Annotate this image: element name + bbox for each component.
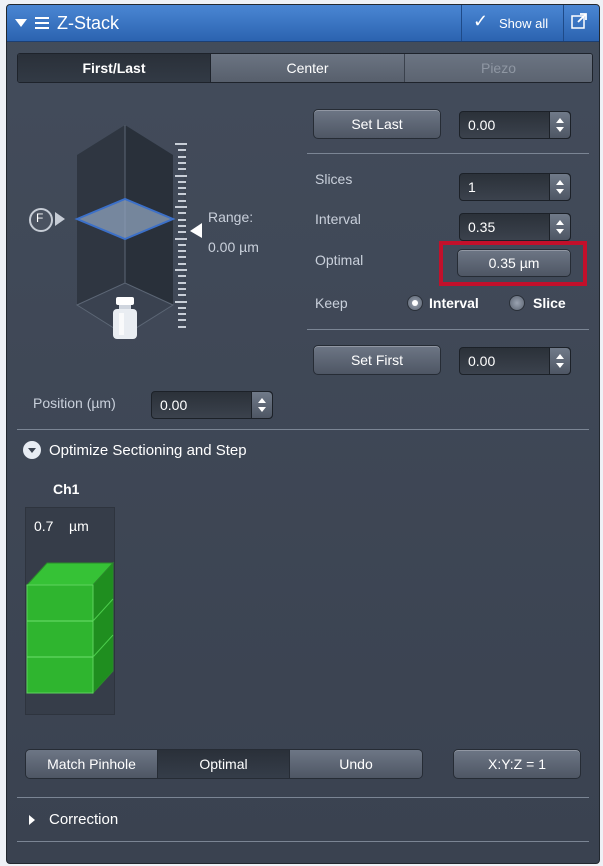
position-label: Position (µm): [33, 395, 116, 411]
last-position-field[interactable]: 0.00: [459, 111, 571, 139]
ruler-tick: [178, 168, 186, 171]
collapse-arrow-icon[interactable]: [15, 19, 27, 27]
slices-field[interactable]: 1: [459, 173, 571, 201]
check-icon[interactable]: ✓: [473, 11, 488, 32]
title-separator: [461, 5, 462, 41]
keep-interval-label[interactable]: Interval: [429, 295, 479, 311]
ruler-tick: [178, 161, 186, 164]
section-thickness-block: [25, 561, 115, 695]
ruler-tick: [178, 319, 186, 322]
range-pointer-icon: [190, 223, 202, 238]
set-first-button[interactable]: Set First: [313, 345, 441, 375]
pinhole-button-group: Match Pinhole Optimal Undo: [25, 749, 423, 779]
keep-interval-radio[interactable]: [407, 295, 423, 311]
interval-field[interactable]: 0.35: [459, 213, 571, 241]
undo-button[interactable]: Undo: [290, 750, 422, 778]
ruler-tick: [178, 224, 186, 227]
ruler-tick: [178, 212, 186, 215]
divider: [17, 841, 589, 842]
ruler-tick: [178, 313, 186, 316]
ruler-tick: [178, 256, 186, 259]
ruler-tick: [175, 300, 187, 303]
show-all-toggle[interactable]: Show all: [499, 16, 548, 31]
position-ruler: [175, 143, 189, 331]
title-separator-2: [563, 5, 564, 41]
ruler-tick: [178, 275, 186, 278]
channel-label: Ch1: [53, 481, 80, 497]
first-position-stepper[interactable]: [549, 348, 570, 374]
ruler-tick: [178, 250, 186, 253]
divider: [17, 797, 589, 798]
focus-label: F: [36, 211, 44, 225]
objective-icon: [113, 297, 137, 339]
divider: [307, 153, 589, 154]
range-label: Range:: [208, 209, 254, 225]
expand-sectioning-icon[interactable]: [23, 441, 41, 459]
position-value: 0.00: [160, 397, 188, 413]
ruler-tick: [178, 218, 186, 221]
undock-icon[interactable]: [571, 13, 587, 29]
xyz-ratio-button[interactable]: X:Y:Z = 1: [453, 749, 581, 779]
focus-arrow-icon: [55, 212, 65, 226]
ruler-tick: [178, 199, 186, 202]
ruler-tick: [178, 187, 186, 190]
sectioning-title[interactable]: Optimize Sectioning and Step: [49, 442, 247, 459]
mode-tabs: First/Last Center Piezo: [17, 53, 593, 83]
z-stack-illustration: [74, 125, 202, 339]
slices-stepper[interactable]: [549, 174, 570, 200]
keep-slice-label[interactable]: Slice: [533, 295, 566, 311]
ruler-tick: [175, 143, 187, 145]
tab-piezo: Piezo: [405, 54, 592, 82]
ruler-tick: [178, 155, 186, 158]
ruler-tick: [175, 174, 187, 177]
position-field[interactable]: 0.00: [151, 391, 273, 419]
match-pinhole-button[interactable]: Match Pinhole: [26, 750, 158, 778]
slices-label: Slices: [315, 171, 353, 187]
keep-label: Keep: [315, 295, 348, 311]
ruler-tick: [178, 281, 186, 284]
position-stepper[interactable]: [251, 392, 272, 418]
keep-slice-radio[interactable]: [509, 295, 525, 311]
section-value: 0.7: [34, 518, 54, 534]
tab-first-last[interactable]: First/Last: [18, 54, 211, 82]
first-position-field[interactable]: 0.00: [459, 347, 571, 375]
optimal-pinhole-button[interactable]: Optimal: [158, 750, 290, 778]
optimal-highlight-box: [439, 241, 587, 286]
ruler-tick: [178, 294, 186, 297]
title-bar: Z-Stack ✓ Show all: [7, 5, 599, 42]
menu-icon[interactable]: [35, 17, 49, 29]
ruler-tick: [175, 206, 187, 208]
ruler-tick: [175, 269, 187, 271]
interval-value: 0.35: [468, 219, 496, 235]
ruler-tick: [178, 180, 186, 183]
range-value: 0.00 µm: [208, 239, 259, 255]
last-position-value: 0.00: [468, 117, 496, 133]
first-position-value: 0.00: [468, 353, 496, 369]
slices-value: 1: [468, 179, 476, 195]
ruler-tick: [178, 306, 186, 309]
ruler-tick: [178, 231, 186, 234]
panel-title: Z-Stack: [57, 13, 120, 33]
tab-center[interactable]: Center: [211, 54, 405, 82]
interval-label: Interval: [315, 211, 361, 227]
ruler-tick: [178, 262, 186, 265]
ruler-tick: [178, 243, 186, 246]
divider: [17, 429, 589, 430]
z-stack-panel: Z-Stack ✓ Show all First/Last Center Pie…: [6, 4, 600, 864]
ruler-tick: [178, 193, 186, 196]
section-unit: µm: [69, 518, 89, 534]
optimal-label: Optimal: [315, 252, 364, 268]
ruler-tick: [175, 237, 187, 240]
correction-title[interactable]: Correction: [49, 811, 118, 828]
interval-stepper[interactable]: [549, 214, 570, 240]
ruler-tick: [178, 287, 186, 290]
ruler-tick: [178, 325, 186, 328]
ruler-tick: [178, 149, 186, 152]
last-position-stepper[interactable]: [549, 112, 570, 138]
set-last-button[interactable]: Set Last: [313, 109, 441, 139]
expand-correction-icon[interactable]: [29, 815, 35, 825]
divider: [307, 329, 589, 330]
